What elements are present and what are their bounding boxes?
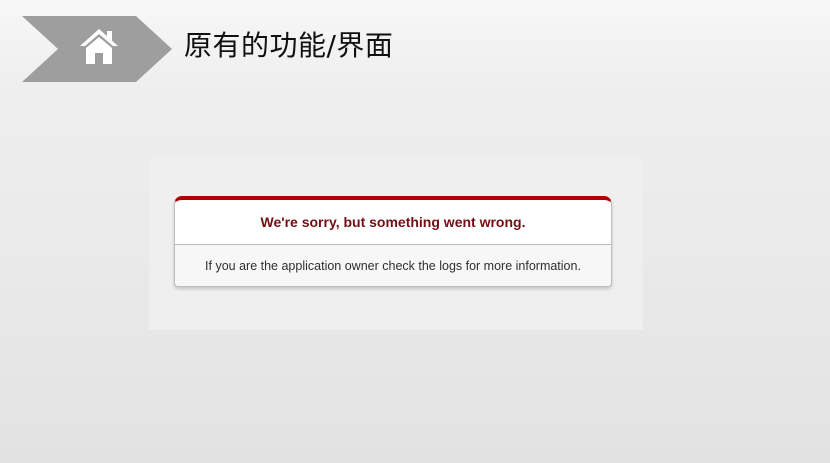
error-message: If you are the application owner check t… [175, 245, 611, 286]
home-icon [78, 26, 120, 68]
error-heading: We're sorry, but something went wrong. [175, 200, 611, 245]
slide-title: 原有的功能/界面 [184, 29, 394, 62]
error-dialog: We're sorry, but something went wrong. I… [174, 196, 612, 287]
slide: 原有的功能/界面 We're sorry, but something went… [0, 0, 830, 463]
embedded-error-screenshot: We're sorry, but something went wrong. I… [149, 157, 643, 330]
